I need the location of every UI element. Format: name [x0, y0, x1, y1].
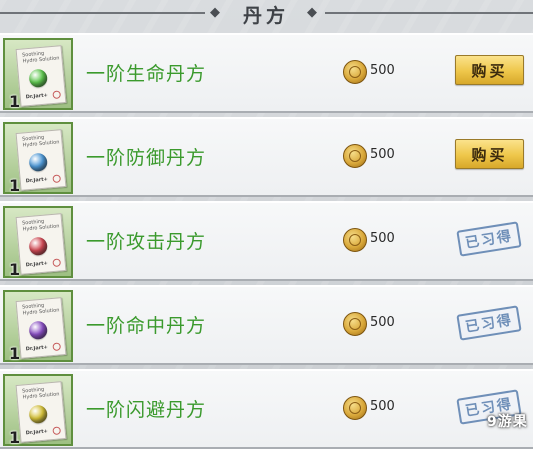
- recipe-row[interactable]: Soothing Hydro Solution Dr.Jart+ 1 一阶闪避丹…: [0, 369, 533, 449]
- item-count: 1: [9, 92, 21, 111]
- recipe-name: 一阶生命丹方: [86, 63, 207, 85]
- pill-orb-icon: [28, 320, 48, 341]
- buy-button[interactable]: 购买: [455, 55, 524, 85]
- header-left-rule: [0, 12, 205, 14]
- buy-button[interactable]: 购买: [455, 139, 524, 169]
- recipe-name: 一阶闪避丹方: [86, 399, 207, 421]
- recipe-name: 一阶防御丹方: [86, 147, 207, 169]
- paper-brand: Dr.Jart+: [25, 176, 49, 185]
- item-count: 1: [9, 344, 21, 363]
- diamond-ornament-icon: ◆: [210, 5, 220, 20]
- learned-stamp: 已习得: [456, 305, 522, 341]
- item-count: 1: [9, 428, 21, 447]
- recipe-scroll-icon: Soothing Hydro Solution Dr.Jart+: [15, 297, 67, 359]
- price-value: 500: [370, 315, 395, 330]
- recipe-icon-frame[interactable]: Soothing Hydro Solution Dr.Jart+ 1: [3, 38, 73, 111]
- recipe-row[interactable]: Soothing Hydro Solution Dr.Jart+ 1 一阶防御丹…: [0, 117, 533, 197]
- recipe-scroll-icon: Soothing Hydro Solution Dr.Jart+: [15, 381, 67, 443]
- watermark-logo: 9游果: [487, 414, 528, 430]
- pill-orb-icon: [28, 68, 48, 89]
- recipe-row[interactable]: Soothing Hydro Solution Dr.Jart+ 1 一阶命中丹…: [0, 285, 533, 365]
- recipe-icon-frame[interactable]: Soothing Hydro Solution Dr.Jart+ 1: [3, 290, 73, 363]
- paper-brand: Dr.Jart+: [25, 92, 49, 101]
- recipe-scroll-icon: Soothing Hydro Solution Dr.Jart+: [15, 129, 67, 191]
- seal-icon: [52, 426, 62, 436]
- pill-orb-icon: [28, 404, 48, 425]
- price-value: 500: [370, 63, 395, 78]
- gold-coin-icon: [343, 144, 367, 168]
- price-value: 500: [370, 231, 395, 246]
- recipe-icon-frame[interactable]: Soothing Hydro Solution Dr.Jart+ 1: [3, 374, 73, 447]
- recipe-name: 一阶攻击丹方: [86, 231, 207, 253]
- seal-icon: [52, 174, 62, 184]
- recipe-scroll-icon: Soothing Hydro Solution Dr.Jart+: [15, 45, 67, 107]
- recipe-icon-frame[interactable]: Soothing Hydro Solution Dr.Jart+ 1: [3, 206, 73, 279]
- seal-icon: [52, 90, 62, 100]
- pill-orb-icon: [28, 152, 48, 173]
- item-count: 1: [9, 176, 21, 195]
- recipe-name: 一阶命中丹方: [86, 315, 207, 337]
- price-value: 500: [370, 399, 395, 414]
- gold-coin-icon: [343, 228, 367, 252]
- price-value: 500: [370, 147, 395, 162]
- header-right-rule: [325, 12, 533, 14]
- section-title: 丹方: [242, 5, 289, 27]
- paper-brand: Dr.Jart+: [25, 344, 49, 353]
- paper-brand: Dr.Jart+: [25, 260, 49, 269]
- paper-brand: Dr.Jart+: [25, 428, 49, 437]
- recipe-scroll-icon: Soothing Hydro Solution Dr.Jart+: [15, 213, 67, 275]
- recipe-row[interactable]: Soothing Hydro Solution Dr.Jart+ 1 一阶攻击丹…: [0, 201, 533, 281]
- recipe-row[interactable]: Soothing Hydro Solution Dr.Jart+ 1 一阶生命丹…: [0, 33, 533, 113]
- seal-icon: [52, 342, 62, 352]
- gold-coin-icon: [343, 312, 367, 336]
- gold-coin-icon: [343, 60, 367, 84]
- pill-orb-icon: [28, 236, 48, 257]
- section-header: ◆ 丹方 ◆: [0, 0, 533, 28]
- gold-coin-icon: [343, 396, 367, 420]
- seal-icon: [52, 258, 62, 268]
- diamond-ornament-icon: ◆: [307, 5, 317, 20]
- recipe-icon-frame[interactable]: Soothing Hydro Solution Dr.Jart+ 1: [3, 122, 73, 195]
- learned-stamp: 已习得: [456, 221, 522, 257]
- item-count: 1: [9, 260, 21, 279]
